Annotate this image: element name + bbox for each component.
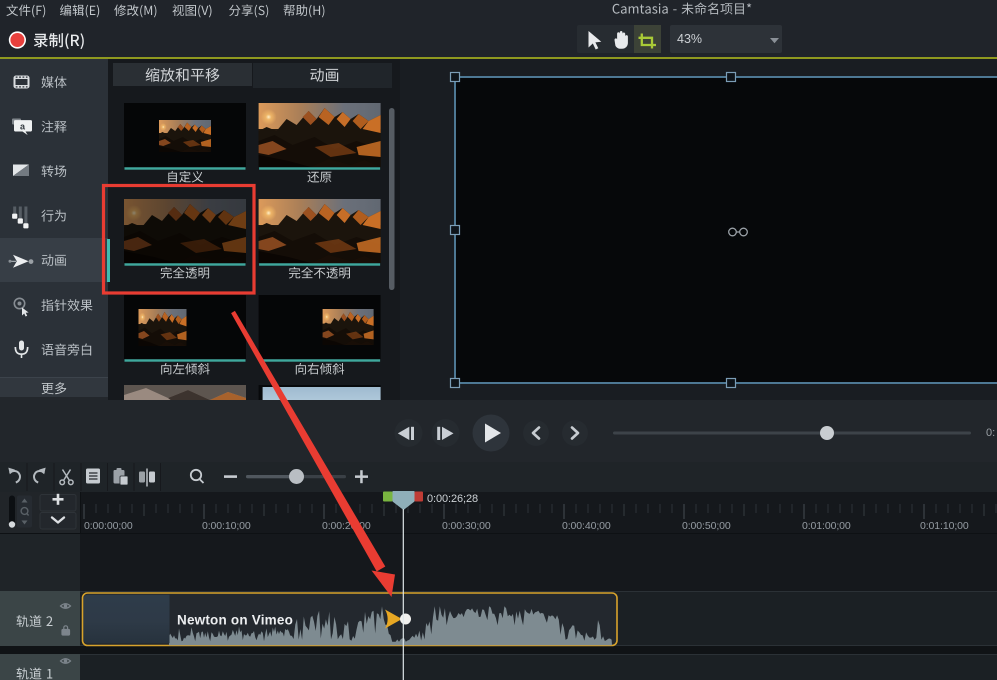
svg-text:Newton on Vimeo: Newton on Vimeo — [177, 613, 293, 628]
